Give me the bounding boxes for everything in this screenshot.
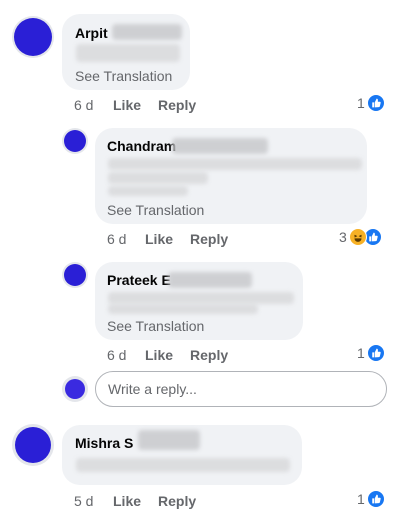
comment-time[interactable]: 6 d [74, 97, 93, 113]
avatar-image [14, 18, 52, 56]
redacted-text [108, 292, 294, 304]
reaction-count: 1 [357, 95, 365, 111]
avatar[interactable] [62, 128, 88, 154]
comment-author[interactable]: Arpit [75, 25, 108, 41]
reply-button[interactable]: Reply [190, 347, 228, 363]
reaction-count: 3 [339, 229, 347, 245]
comment-time[interactable]: 6 d [107, 231, 126, 247]
avatar-image [65, 379, 85, 399]
reply-input[interactable]: Write a reply... [95, 371, 387, 407]
haha-icon [348, 228, 367, 246]
avatar-image [15, 427, 51, 463]
avatar-image [64, 130, 86, 152]
redacted-text [76, 44, 180, 62]
reply-input-placeholder: Write a reply... [108, 381, 197, 397]
comment-author[interactable]: Chandram [107, 138, 176, 154]
like-button[interactable]: Like [145, 347, 173, 363]
like-icon [366, 344, 385, 362]
reaction-summary[interactable]: 1 [357, 94, 385, 112]
avatar[interactable] [12, 16, 54, 58]
reply-button[interactable]: Reply [158, 97, 196, 113]
comment-time[interactable]: 6 d [107, 347, 126, 363]
like-button[interactable]: Like [113, 97, 141, 113]
like-button[interactable]: Like [145, 231, 173, 247]
avatar [62, 376, 88, 402]
redacted-name [172, 138, 268, 154]
reaction-summary[interactable]: 1 [357, 490, 385, 508]
reaction-summary[interactable]: 3 [339, 228, 382, 246]
comment-author[interactable]: Mishra S [75, 435, 133, 451]
see-translation-link[interactable]: See Translation [107, 202, 204, 218]
redacted-name [138, 430, 200, 450]
see-translation-link[interactable]: See Translation [75, 68, 172, 84]
reply-button[interactable]: Reply [190, 231, 228, 247]
redacted-name [168, 272, 252, 288]
avatar[interactable] [62, 262, 88, 288]
redacted-text [108, 172, 208, 184]
like-icon [366, 490, 385, 508]
reaction-count: 1 [357, 345, 365, 361]
redacted-text [108, 304, 258, 314]
reaction-count: 1 [357, 491, 365, 507]
redacted-text [108, 158, 362, 170]
see-translation-link[interactable]: See Translation [107, 318, 204, 334]
like-icon [366, 94, 385, 112]
redacted-text [108, 186, 188, 196]
redacted-text [76, 458, 290, 472]
comment-time[interactable]: 5 d [74, 493, 93, 509]
redacted-name [112, 24, 182, 40]
like-button[interactable]: Like [113, 493, 141, 509]
avatar[interactable] [12, 424, 54, 466]
avatar-image [64, 264, 86, 286]
comment-author[interactable]: Prateek E [107, 272, 171, 288]
reply-button[interactable]: Reply [158, 493, 196, 509]
reaction-summary[interactable]: 1 [357, 344, 385, 362]
